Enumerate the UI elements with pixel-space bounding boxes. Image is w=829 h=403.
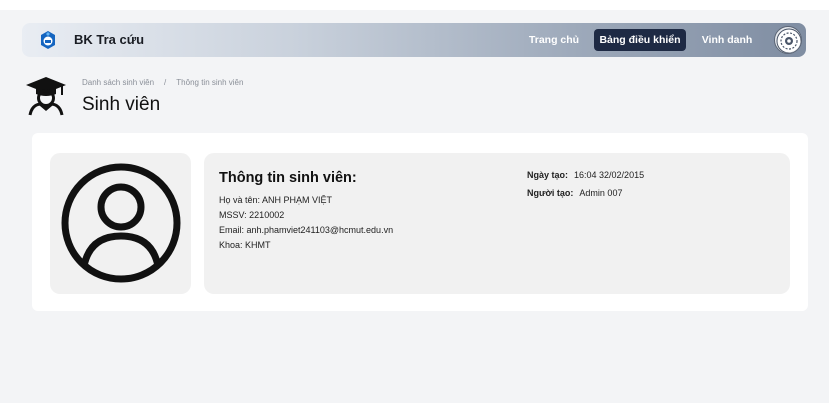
student-name: Họ và tên: ANH PHẠM VIỆT [219,195,333,205]
breadcrumb: Danh sách sinh viên / Thông tin sinh viên [82,78,243,87]
student-id: MSSV: 2210002 [219,210,285,220]
user-avatar-icon[interactable] [774,26,802,54]
creator: Người tạo: Admin 007 [527,188,622,198]
page-title: Sinh viên [82,94,161,115]
window-top-strip [0,0,829,10]
created-date-value: 16:04 32/02/2015 [574,170,645,180]
breadcrumb-item-student-list[interactable]: Danh sách sinh viên [82,78,154,87]
user-circle-icon [61,163,181,283]
student-email: Email: anh.phamviet241103@hcmut.edu.vn [219,225,394,235]
student-faculty: Khoa: KHMT [219,240,271,250]
created-date: Ngày tạo: 16:04 32/02/2015 [527,170,644,180]
bk-logo-icon[interactable] [38,30,58,50]
brand-name[interactable]: BK Tra cứu [74,32,144,47]
info-section-title: Thông tin sinh viên: [219,170,357,186]
nav-link-home[interactable]: Trang chủ [519,29,589,51]
nav-link-dashboard[interactable]: Bảng điều khiển [594,29,686,51]
breadcrumb-item-student-info: Thông tin sinh viên [176,78,244,87]
created-date-label: Ngày tạo: [527,170,569,180]
breadcrumb-separator: / [164,78,167,87]
nav-link-honor[interactable]: Vinh danh [696,29,758,51]
creator-value: Admin 007 [579,188,623,198]
creator-label: Người tạo: [527,188,574,198]
graduate-student-icon [26,77,66,116]
top-navbar: BK Tra cứu Trang chủ Bảng điều khiển Vin… [22,23,806,57]
